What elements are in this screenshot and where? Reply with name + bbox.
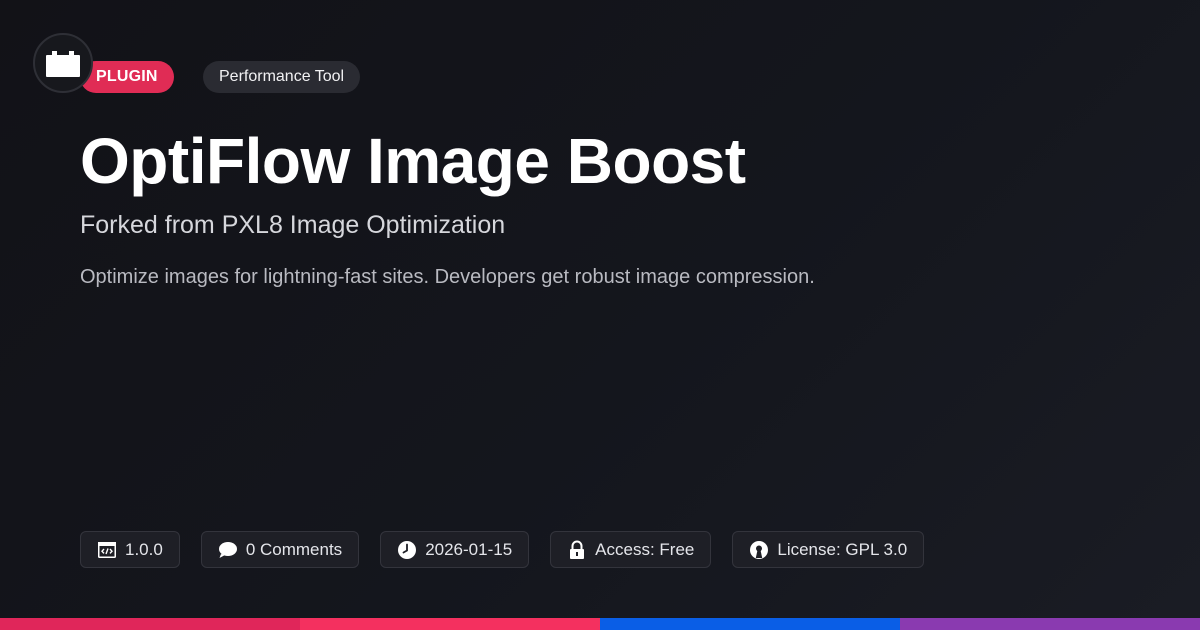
page-title: OptiFlow Image Boost: [80, 125, 746, 197]
brand-stripe: [0, 618, 1200, 630]
comments-text: 0 Comments: [245, 539, 343, 559]
stripe-segment-4: [900, 618, 1200, 630]
clock-icon: [397, 540, 417, 560]
version-text: 1.0.0: [125, 539, 163, 559]
plugin-logo: [33, 33, 93, 93]
meta-license[interactable]: License: GPL 3.0: [732, 531, 925, 568]
code-window-icon: [97, 540, 117, 560]
plugin-block-icon: [46, 51, 80, 77]
license-text: License: GPL 3.0: [777, 539, 908, 559]
stripe-segment-1: [0, 618, 300, 630]
access-text: Access: Free: [595, 539, 695, 559]
meta-access: Access: Free: [550, 531, 712, 568]
meta-date: 2026-01-15: [380, 531, 530, 568]
category-badge[interactable]: Performance Tool: [203, 61, 361, 93]
meta-comments[interactable]: 0 Comments: [200, 531, 360, 568]
stripe-segment-2: [300, 618, 600, 630]
open-source-icon: [749, 540, 769, 560]
page-subtitle: Forked from PXL8 Image Optimization: [80, 211, 506, 239]
page-description: Optimize images for lightning-fast sites…: [80, 266, 815, 288]
stripe-segment-3: [600, 618, 900, 630]
lock-icon: [567, 540, 587, 560]
meta-version: 1.0.0: [80, 531, 180, 568]
speech-bubble-icon: [218, 540, 238, 560]
date-text: 2026-01-15: [425, 539, 513, 559]
plugin-type-badge: PLUGIN: [80, 61, 174, 93]
meta-bar: 1.0.0 0 Comments 2026-01-15 Access: Free…: [80, 531, 925, 568]
